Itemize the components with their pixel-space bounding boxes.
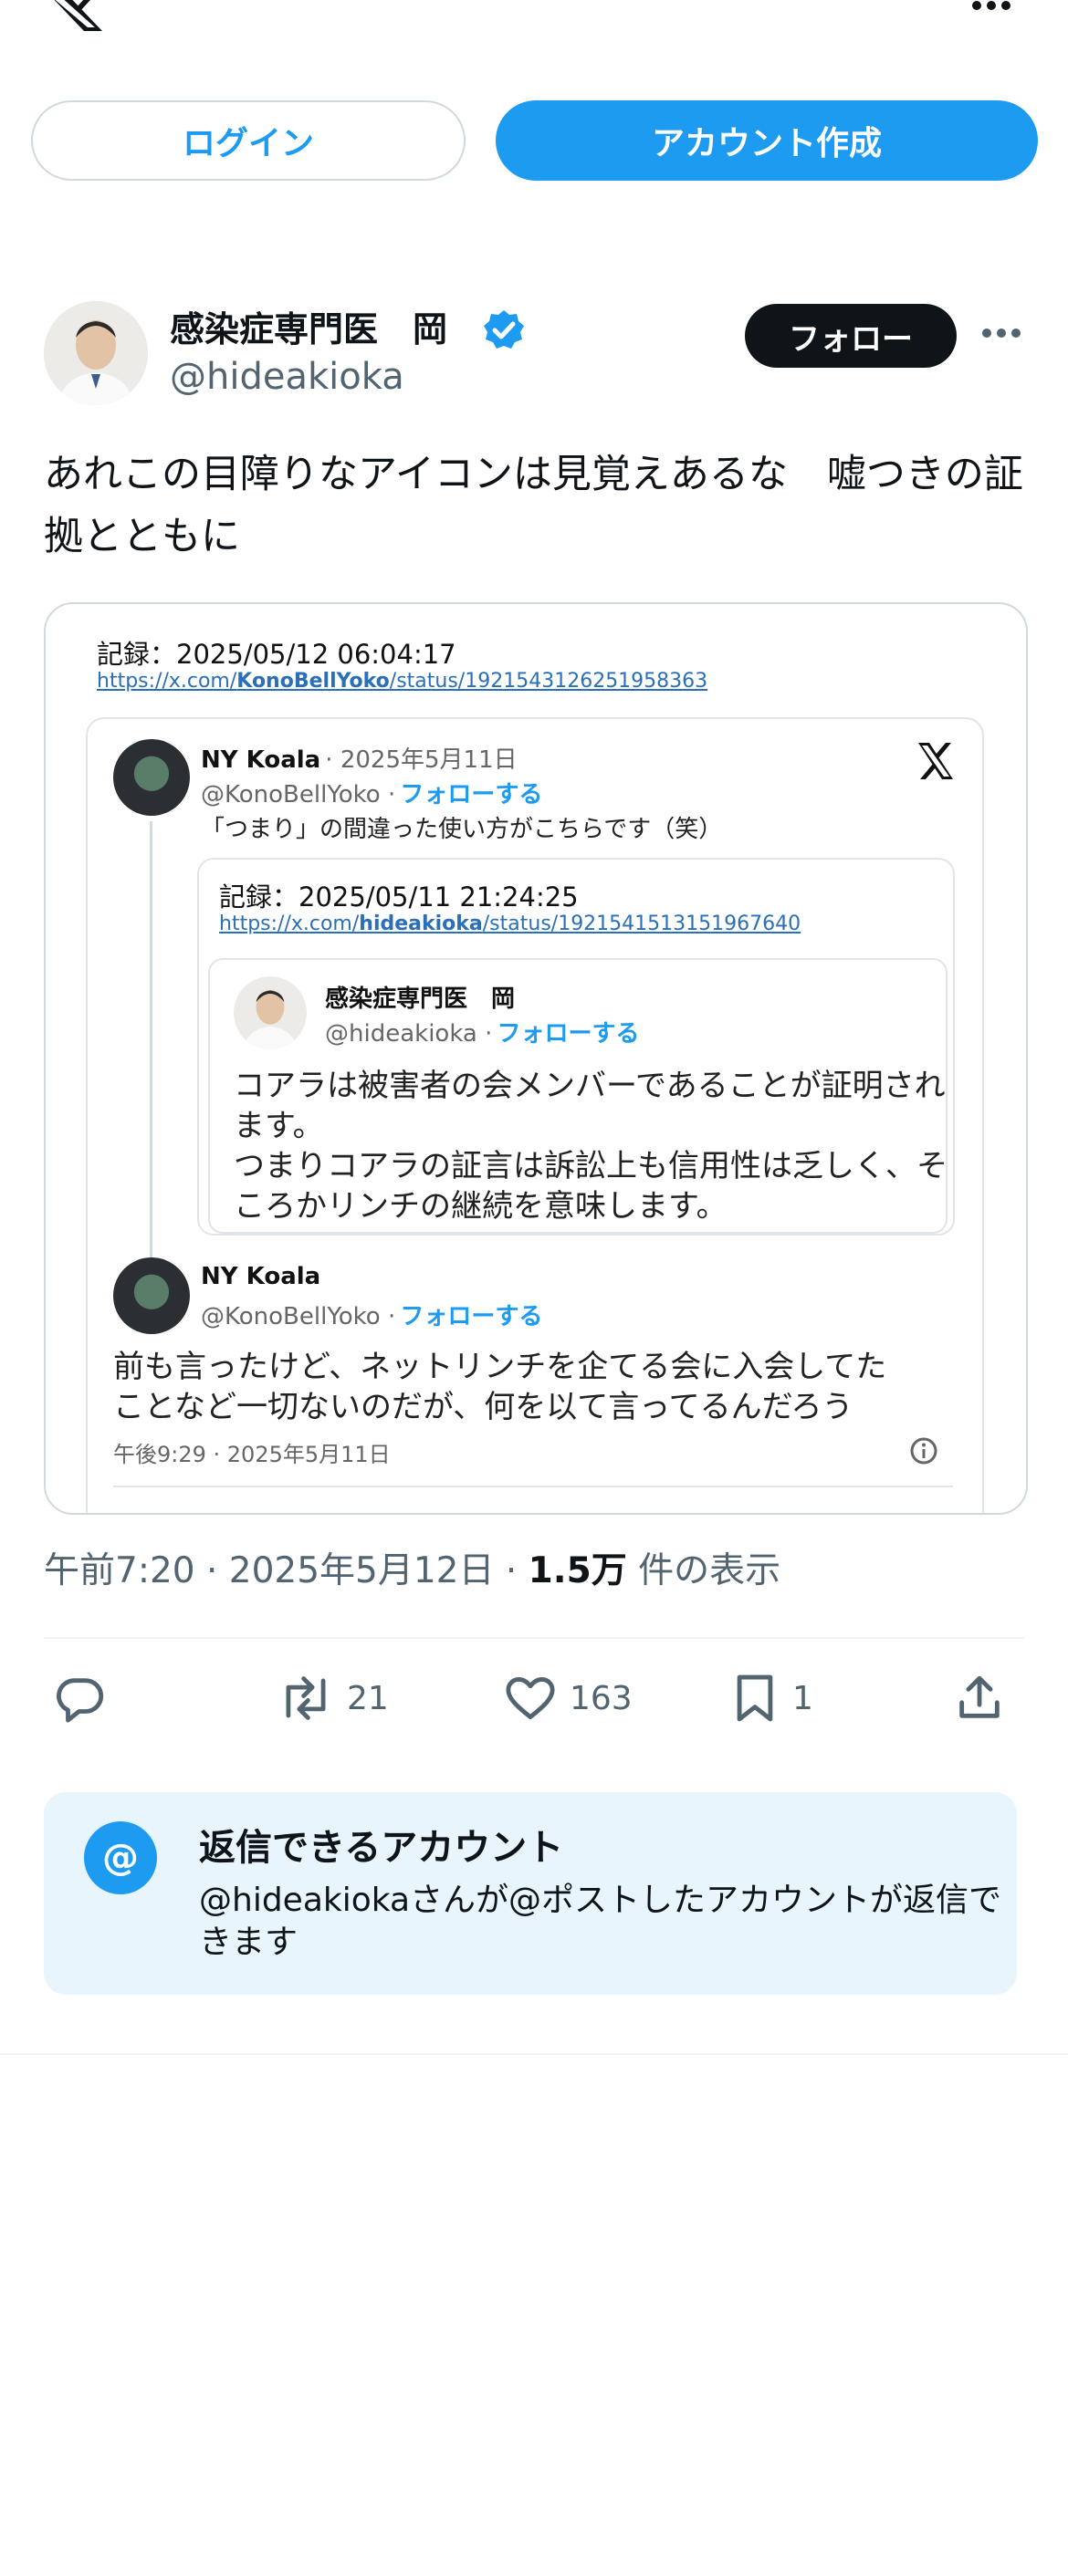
- nested-record-url: https://x.com/hideakioka/status/19215415…: [219, 913, 801, 935]
- divider: [44, 1637, 1024, 1639]
- tweet-text: あれこの目障りなアイコンは見覚えあるな 嘘つきの証拠とともに: [44, 452, 1023, 559]
- koala-post-text-2: 前も言ったけど、ネットリンチを企てる会に入会してた ことなど一切ないのだが、何を…: [113, 1349, 887, 1425]
- nested-follow-link: フォローする: [497, 1020, 640, 1048]
- koala-name: NY Koala: [201, 746, 321, 774]
- heart-icon: [506, 1677, 555, 1719]
- verified-badge-icon: [484, 310, 524, 349]
- share-button[interactable]: [953, 1672, 1006, 1725]
- koala-post-text: 「つまり」の間違った使い方がこちらです（笑）: [201, 816, 723, 843]
- signup-button[interactable]: アカウント作成: [496, 100, 1038, 181]
- bookmark-icon: [737, 1674, 773, 1722]
- login-button[interactable]: ログイン: [31, 100, 466, 181]
- nested-author-avatar: [234, 976, 307, 1049]
- nested-author-handle: @hideakioka ·: [325, 1020, 493, 1048]
- retweet-icon: [286, 1676, 326, 1720]
- x-logo-icon[interactable]: [44, 0, 104, 31]
- koala-follow-link: フォローする: [400, 781, 543, 808]
- koala-avatar: [113, 739, 190, 816]
- info-icon: [910, 1437, 937, 1465]
- nested-record-timestamp: 記録：2025/05/11 21:24:25: [219, 881, 579, 913]
- tweet-meta: 午前7:20 · 2025年5月12日 · 1.5万 件の表示: [44, 1542, 780, 1593]
- bottom-divider: [0, 2053, 1068, 2055]
- media-divider: [113, 1486, 953, 1487]
- reply-button[interactable]: [55, 1672, 120, 1725]
- koala-avatar-2: [113, 1257, 190, 1334]
- author-handle[interactable]: @hideakioka: [170, 356, 404, 398]
- embedded-post-card: NY Koala · 2025年5月11日 @KonoBellYoko · フォ…: [86, 717, 984, 1513]
- koala-name-2: NY Koala: [201, 1263, 321, 1290]
- quoted-post-card: 感染症専門医 岡 @hideakioka · フォローする コアラは被害者の会メ…: [208, 958, 948, 1234]
- tweet-timestamp[interactable]: 午前7:20 · 2025年5月12日 ·: [44, 1550, 529, 1591]
- x-logo-small-icon: [918, 743, 953, 779]
- quoted-record-card: 記録：2025/05/11 21:24:25 https://x.com/hid…: [197, 858, 955, 1236]
- author-name[interactable]: 感染症専門医 岡: [170, 301, 447, 351]
- like-count: 163: [570, 1679, 633, 1717]
- retweet-count: 21: [347, 1679, 389, 1717]
- bookmark-button[interactable]: 1: [730, 1672, 813, 1725]
- follow-button[interactable]: フォロー: [745, 304, 957, 368]
- koala-handle-2: @KonoBellYoko ·: [201, 1303, 396, 1330]
- media-record-url: https://x.com/KonoBellYoko/status/192154…: [97, 670, 708, 693]
- view-label: 件の表示: [626, 1550, 781, 1591]
- media-record-timestamp: 記録：2025/05/12 06:04:17: [97, 639, 456, 670]
- share-icon: [959, 1675, 1000, 1718]
- retweet-button[interactable]: 21: [277, 1672, 389, 1725]
- reply-restriction-description: @hideakiokaさんが@ポストしたアカウントが返信できます: [199, 1882, 1002, 1961]
- nested-author-name: 感染症専門医 岡: [325, 986, 516, 1013]
- more-horizontal-icon[interactable]: [969, 0, 1013, 15]
- tweet-media-image[interactable]: 記録：2025/05/12 06:04:17 https://x.com/Kon…: [44, 602, 1028, 1515]
- koala-post-time: 午後9:29 · 2025年5月11日: [113, 1442, 391, 1467]
- koala-follow-link-2: フォローする: [400, 1303, 543, 1330]
- view-count: 1.5万: [528, 1550, 627, 1591]
- nested-post-text: コアラは被害者の会メンバーであることが証明され ます。 つまりコアラの証言は訴訟…: [234, 1068, 948, 1225]
- author-avatar[interactable]: [44, 301, 148, 405]
- reply-icon: [57, 1678, 104, 1723]
- reply-restriction-title: 返信できるアカウント: [199, 1827, 564, 1869]
- koala-date: · 2025年5月11日: [325, 746, 518, 774]
- koala-handle: @KonoBellYoko ·: [201, 781, 396, 808]
- bookmark-count: 1: [792, 1679, 813, 1717]
- thread-line: [150, 821, 152, 1278]
- at-sign-icon: @: [84, 1821, 157, 1894]
- more-options-icon[interactable]: [980, 327, 1022, 339]
- like-button[interactable]: 163: [504, 1672, 633, 1725]
